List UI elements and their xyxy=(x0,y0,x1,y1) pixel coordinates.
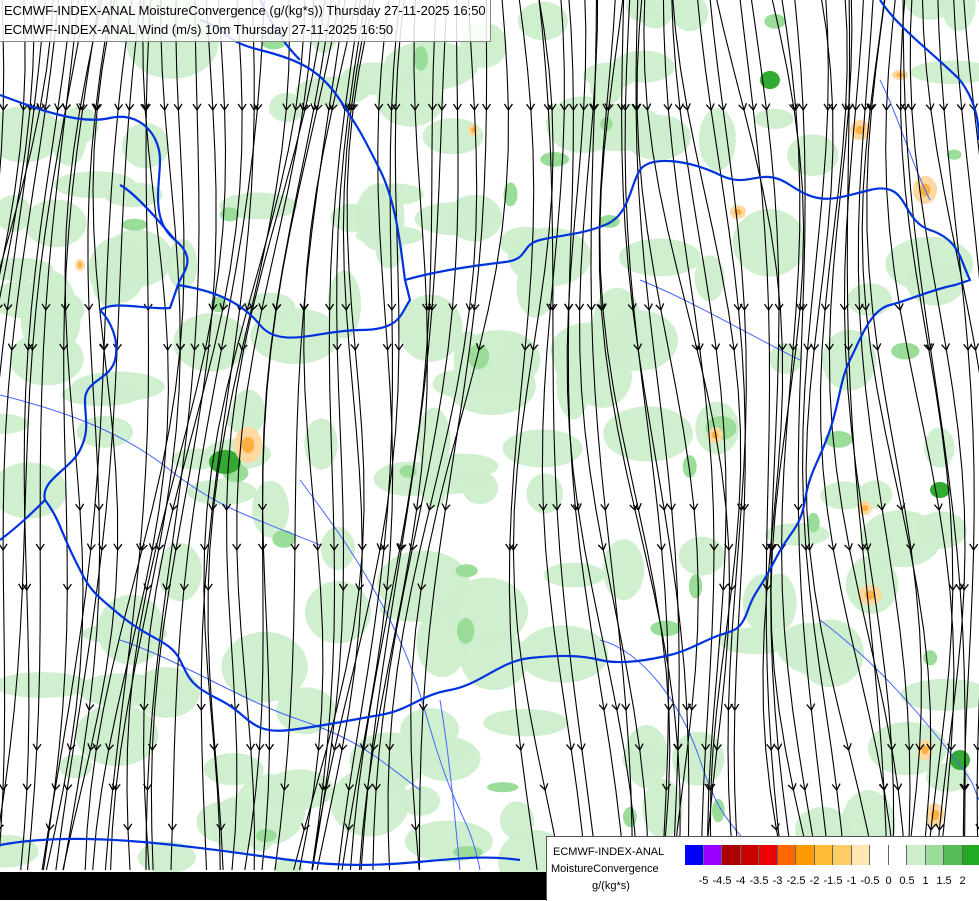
convergence-area xyxy=(252,481,289,538)
legend-color-scale xyxy=(685,845,979,865)
legend-swatch xyxy=(889,845,908,865)
convergence-area xyxy=(122,219,148,231)
legend-swatch xyxy=(907,845,926,865)
map-title: ECMWF-INDEX-ANAL MoistureConvergence (g/… xyxy=(0,0,491,42)
legend-tick: 0.5 xyxy=(899,875,914,887)
convergence-area xyxy=(75,704,158,766)
convergence-area xyxy=(25,200,87,248)
convergence-area xyxy=(623,807,637,827)
legend-model: ECMWF-INDEX-ANAL xyxy=(553,846,664,858)
convergence-area xyxy=(891,343,919,360)
convergence-area xyxy=(487,782,518,792)
convergence-area xyxy=(754,109,793,129)
convergence-area xyxy=(0,672,90,698)
legend-tick: -0.5 xyxy=(861,875,880,887)
convergence-area xyxy=(61,383,140,406)
convergence-area xyxy=(764,14,785,29)
legend-parameter: MoistureConvergence xyxy=(551,863,659,875)
legend-swatch xyxy=(833,845,852,865)
legend-tick-labels: -5 -4.5 -4 -3.5 -3 -2.5 -2 -1.5 -1 -0.5 0 0.5 1 1.5 2 xyxy=(685,875,975,889)
legend-swatch xyxy=(685,845,704,865)
divergence-core xyxy=(862,505,868,511)
legend-swatch xyxy=(852,845,871,865)
convergence-area xyxy=(807,513,820,533)
legend-tick: -4.5 xyxy=(713,875,732,887)
divergence-core xyxy=(242,437,255,453)
convergence-area xyxy=(689,574,702,598)
convergence-area xyxy=(453,846,483,858)
legend-swatch xyxy=(759,845,778,865)
convergence-area xyxy=(356,226,424,246)
divergence-core xyxy=(78,262,83,267)
convergence-area xyxy=(377,73,444,126)
streamline xyxy=(794,0,830,870)
title-wind: ECMWF-INDEX-ANAL Wind (m/s) 10m Thursday… xyxy=(4,20,486,39)
convergence-area xyxy=(733,209,806,277)
legend-tick: -3 xyxy=(773,875,783,887)
legend-tick: -1.5 xyxy=(824,875,843,887)
legend-tick: -5 xyxy=(699,875,709,887)
convergence-area xyxy=(787,134,838,176)
legend-tick: -2 xyxy=(810,875,820,887)
streamline xyxy=(781,0,819,870)
convergence-area xyxy=(304,418,337,469)
legend-tick: 0 xyxy=(885,875,891,887)
legend-tick: -2.5 xyxy=(787,875,806,887)
convergence-area xyxy=(924,427,954,467)
legend-swatch xyxy=(741,845,760,865)
convergence-area xyxy=(424,453,498,478)
divergence-core xyxy=(896,73,903,78)
color-legend: ECMWF-INDEX-ANAL MoistureConvergence g/(… xyxy=(546,836,979,901)
legend-unit: g/(kg*s) xyxy=(592,880,630,892)
legend-swatch xyxy=(778,845,797,865)
streamline xyxy=(953,0,979,870)
convergence-area xyxy=(672,732,724,786)
legend-tick: 1.5 xyxy=(936,875,951,887)
convergence-area xyxy=(671,0,708,31)
convergence-area xyxy=(916,511,967,548)
legend-swatch xyxy=(926,845,945,865)
convergence-area xyxy=(250,308,340,364)
convergence-area xyxy=(543,563,604,588)
strong-convergence-area xyxy=(950,750,970,770)
divergence-core xyxy=(471,127,476,132)
legend-swatch xyxy=(815,845,834,865)
legend-swatch xyxy=(944,845,963,865)
convergence-area xyxy=(540,152,569,167)
convergence-area xyxy=(847,283,892,316)
convergence-area xyxy=(321,527,355,570)
convergence-area xyxy=(578,332,663,357)
streamline xyxy=(750,0,793,870)
convergence-area xyxy=(679,537,725,576)
weather-map xyxy=(0,0,979,900)
convergence-area xyxy=(414,46,428,71)
convergence-area xyxy=(923,650,937,665)
convergence-area xyxy=(650,621,680,637)
convergence-area xyxy=(780,625,855,676)
convergence-area xyxy=(712,799,725,822)
convergence-area xyxy=(59,755,93,779)
convergence-area xyxy=(455,564,477,577)
legend-swatch xyxy=(870,845,889,865)
legend-tick: 2 xyxy=(959,875,965,887)
legend-swatch xyxy=(722,845,741,865)
convergence-area xyxy=(941,0,976,31)
legend-tick: 1 xyxy=(922,875,928,887)
legend-tick: -4 xyxy=(736,875,746,887)
convergence-area xyxy=(457,618,474,644)
legend-swatch xyxy=(796,845,815,865)
convergence-area xyxy=(158,543,202,601)
strong-convergence-area xyxy=(930,482,950,498)
legend-swatch xyxy=(704,845,723,865)
title-moisture-convergence: ECMWF-INDEX-ANAL MoistureConvergence (g/… xyxy=(4,1,486,20)
map-bottom-edge xyxy=(0,872,546,900)
convergence-area xyxy=(483,709,568,737)
convergence-area xyxy=(133,667,200,718)
streamline xyxy=(770,0,811,870)
legend-tick: -3.5 xyxy=(750,875,769,887)
convergence-area xyxy=(574,104,664,152)
legend-swatch xyxy=(963,845,979,865)
convergence-area xyxy=(122,123,169,168)
legend-tick: -1 xyxy=(847,875,857,887)
